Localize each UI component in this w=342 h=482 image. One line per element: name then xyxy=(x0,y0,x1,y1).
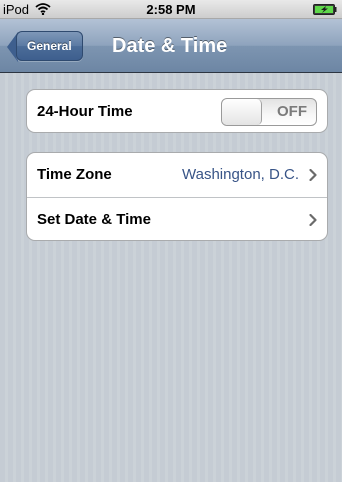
group-24-hour: 24-Hour Time OFF xyxy=(26,89,328,133)
cell-value-time-zone: Washington, D.C. xyxy=(182,166,299,183)
chevron-right-icon xyxy=(309,214,317,226)
cell-24-hour-time: 24-Hour Time OFF xyxy=(27,90,327,132)
page-title: Date & Time xyxy=(112,35,228,57)
toggle-state-label: OFF xyxy=(277,103,307,120)
back-button-general[interactable]: General xyxy=(16,31,83,61)
battery-charging-icon xyxy=(313,4,337,15)
cell-label-set-date-time: Set Date & Time xyxy=(37,211,151,228)
navigation-bar: General Date & Time xyxy=(0,19,342,73)
toggle-24-hour-time[interactable]: OFF xyxy=(221,98,317,126)
toggle-knob[interactable] xyxy=(222,99,262,125)
group-date-time: Time Zone Washington, D.C. Set Date & Ti… xyxy=(26,152,328,241)
status-bar: iPod 2:58 PM xyxy=(0,0,342,19)
settings-screen: iPod 2:58 PM General Date & Time 24-Hour… xyxy=(0,0,342,482)
cell-label-24-hour-time: 24-Hour Time xyxy=(37,103,133,120)
cell-set-date-time[interactable]: Set Date & Time xyxy=(27,197,327,240)
status-time: 2:58 PM xyxy=(146,2,196,17)
cell-time-zone[interactable]: Time Zone Washington, D.C. xyxy=(27,153,327,197)
chevron-right-icon xyxy=(309,169,317,181)
cell-label-time-zone: Time Zone xyxy=(37,166,112,183)
